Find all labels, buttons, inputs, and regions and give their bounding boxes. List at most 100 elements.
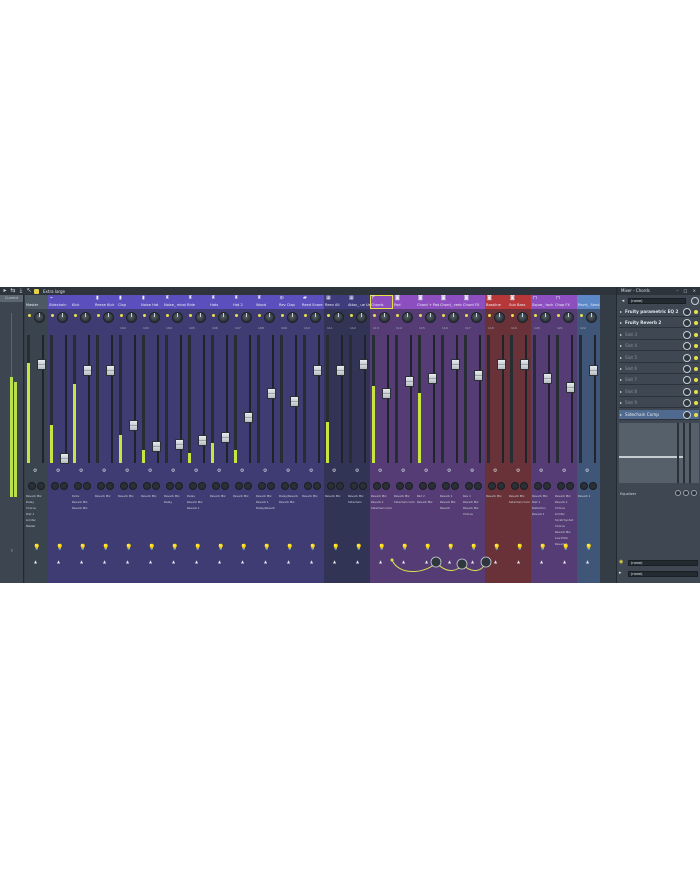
volume-fader[interactable] [336,364,345,376]
volume-fader[interactable] [451,358,460,370]
track-enable-led[interactable] [97,314,100,317]
mixer-track[interactable]: Master ⚙ Reverb Mix Delay Chorus Dist 1 Limite… [25,295,48,583]
stereo-separation-knob[interactable] [143,482,151,490]
route-item[interactable]: Reverb [440,505,461,511]
mono-knob[interactable] [359,482,367,490]
volume-fader[interactable] [175,438,184,450]
gear-icon[interactable]: ⚙ [171,468,175,474]
preset-menu-icon[interactable]: ◂ [619,297,627,305]
pan-knob[interactable] [57,312,68,323]
route-up-icon[interactable]: ▲ [80,559,83,564]
pan-knob[interactable] [34,312,45,323]
volume-fader[interactable] [359,358,368,370]
route-item[interactable]: Delay [164,499,185,505]
track-enable-led[interactable] [28,314,31,317]
effect-slot[interactable]: ▸ Slot 4 [619,341,699,352]
slot-mix-knob[interactable] [683,410,691,419]
pan-knob[interactable] [563,312,574,323]
track-enable-led[interactable] [373,314,376,317]
stereo-separation-knob[interactable] [350,482,358,490]
lightbulb-icon[interactable]: 💡 [355,544,362,551]
slot-menu-icon[interactable]: ▸ [620,412,622,417]
stereo-separation-knob[interactable] [258,482,266,490]
route-up-icon[interactable]: ▲ [356,559,359,564]
track-header[interactable]: ◙ Sub Bass [508,295,531,309]
slot-menu-icon[interactable]: ▸ [620,366,622,371]
track-header[interactable]: ▦ Attac_ ue Us [347,295,370,309]
slot-enable-led[interactable] [694,378,698,383]
route-item[interactable]: Reverb Mix [141,493,162,499]
route-item[interactable]: Sidechain Comp [509,499,530,505]
stereo-separation-knob[interactable] [97,482,105,490]
slot-mix-knob[interactable] [683,330,691,339]
lightbulb-icon[interactable]: 💡 [125,544,132,551]
track-header[interactable]: ◙ Chord + Pad [416,295,439,309]
volume-fader[interactable] [83,364,92,376]
mono-knob[interactable] [543,482,551,490]
route-up-icon[interactable]: ▲ [103,559,106,564]
download-icon[interactable]: ⤓ [18,288,24,294]
mixer-track[interactable]: ♜ Ride 105 ⚙ Delay Reverb Mix Reverb 1 💡 ▲ [186,295,209,583]
slot-enable-led[interactable] [694,332,698,337]
stereo-separation-knob[interactable] [166,482,174,490]
volume-fader[interactable] [152,441,161,453]
gear-icon[interactable]: ⚙ [263,468,267,474]
mixer-track[interactable]: ▰ Reed Snare 110 ⚙ Reverb Mix 💡 ▲ [301,295,324,583]
gear-icon[interactable]: ⚙ [194,468,198,474]
mono-knob[interactable] [83,482,91,490]
track-enable-led[interactable] [212,314,215,317]
track-header[interactable]: ▮ Reese Kick [94,295,117,309]
track-header[interactable]: ♜ Wood [255,295,278,309]
mixer-track[interactable]: Kick ⚙ Kicks Reverb Mix Reverb Mix 💡 ▲ [71,295,94,583]
eq-high-knob[interactable] [691,490,697,496]
track-enable-led[interactable] [534,314,537,317]
eq-band-high[interactable] [689,423,691,483]
pan-knob[interactable] [402,312,413,323]
track-enable-led[interactable] [74,314,77,317]
stereo-separation-knob[interactable] [396,482,404,490]
pan-knob[interactable] [333,312,344,323]
pan-knob[interactable] [80,312,91,323]
route-item[interactable]: Reverb Mix [210,493,231,499]
track-enable-led[interactable] [51,314,54,317]
volume-fader[interactable] [405,376,414,388]
mixer-track[interactable]: ⦶ Rev Clap 109 ⚙ Delay/Reverb Reverb Mix 💡 ▲ [278,295,301,583]
layout-selector[interactable]: Extra large [43,289,65,294]
mono-knob[interactable] [566,482,574,490]
track-enable-led[interactable] [350,314,353,317]
pan-knob[interactable] [241,312,252,323]
track-enable-led[interactable] [580,314,583,317]
route-up-icon[interactable]: ▲ [287,559,290,564]
mixer-track[interactable]: ▦ Attac_ ue Us 112 ⚙ Reverb Mix Sidechain 💡 ▲ [347,295,370,583]
mixer-track[interactable]: ♜ Noise_ mbal 104 ⚙ Reverb Mix Delay 💡 ▲ [163,295,186,583]
track-header[interactable]: Master [25,295,48,309]
mono-knob[interactable] [129,482,137,490]
lightbulb-icon[interactable]: 💡 [424,544,431,551]
mixer-track[interactable]: ▮ Reese Kick ⚙ Reverb Mix 💡 ▲ [94,295,117,583]
mixer-track[interactable]: ▦ Reev All 111 ⚙ Reverb Mix 💡 ▲ [324,295,347,583]
mono-knob[interactable] [37,482,45,490]
route-item[interactable]: Reverb Mix [233,493,254,499]
effect-slot[interactable]: ▸ Fruity Reverb 2 [619,318,699,329]
slot-mix-knob[interactable] [683,353,691,362]
track-enable-led[interactable] [327,314,330,317]
gear-icon[interactable]: ⚙ [585,468,589,474]
slot-menu-icon[interactable]: ▸ [620,377,622,382]
track-enable-led[interactable] [189,314,192,317]
volume-fader[interactable] [198,435,207,447]
stereo-separation-knob[interactable] [419,482,427,490]
eq-mid-knob[interactable] [683,490,689,496]
pan-knob[interactable] [586,312,597,323]
pan-knob[interactable] [103,312,114,323]
slot-enable-led[interactable] [694,389,698,394]
volume-fader[interactable] [244,411,253,423]
slot-menu-icon[interactable]: ▸ [620,400,622,405]
stereo-separation-knob[interactable] [327,482,335,490]
gear-icon[interactable]: ⚙ [493,468,497,474]
track-enable-led[interactable] [419,314,422,317]
pan-knob[interactable] [448,312,459,323]
mixer-track[interactable]: ♜ Hat 2 107 ⚙ Reverb Mix 💡 ▲ [232,295,255,583]
mono-knob[interactable] [497,482,505,490]
gear-icon[interactable]: ⚙ [378,468,382,474]
stereo-separation-knob[interactable] [74,482,82,490]
